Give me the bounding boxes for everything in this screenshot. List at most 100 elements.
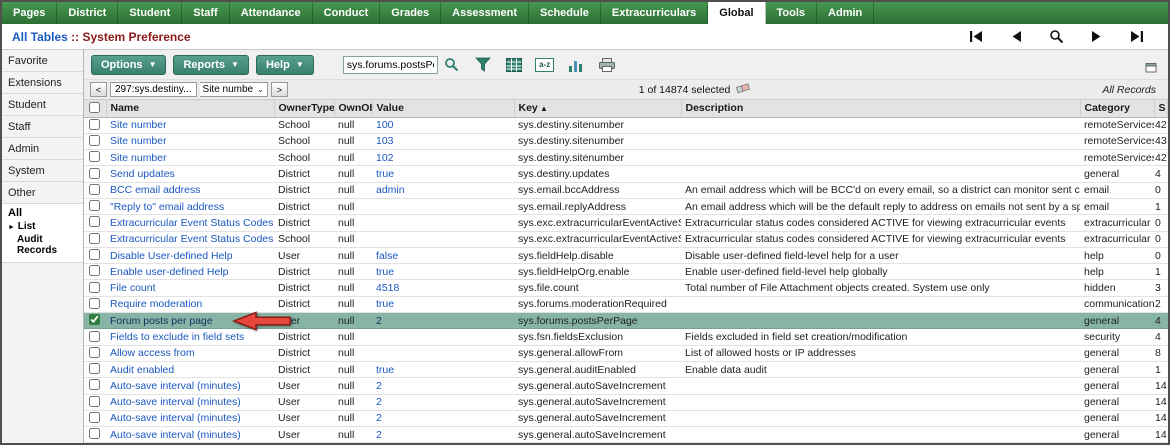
- all-tables-link[interactable]: All Tables: [12, 30, 68, 44]
- row-checkbox[interactable]: [89, 411, 100, 423]
- table-row[interactable]: Auto-save interval (minutes) User null 2 sys…: [84, 410, 1168, 428]
- column-header-value[interactable]: Value: [372, 100, 515, 118]
- row-value-link[interactable]: 2: [372, 426, 514, 443]
- sidebar-all-label[interactable]: All: [8, 207, 77, 219]
- row-name-link[interactable]: BCC email address: [106, 182, 274, 199]
- row-name-link[interactable]: Auto-save interval (minutes): [106, 377, 274, 395]
- tab-district[interactable]: District: [57, 2, 119, 24]
- table-row[interactable]: Disable User-defined Help User null false sy…: [84, 247, 1168, 265]
- row-checkbox[interactable]: [89, 281, 100, 293]
- row-checkbox[interactable]: [89, 297, 100, 309]
- options-button[interactable]: Options ▼: [91, 54, 167, 75]
- row-name-link[interactable]: Site number: [106, 149, 274, 167]
- first-record-icon[interactable]: [969, 31, 984, 42]
- sidebar-subitem-list[interactable]: ► List: [8, 221, 77, 232]
- row-checkbox[interactable]: [89, 232, 100, 244]
- current-record-box[interactable]: 297:sys.destiny...: [110, 82, 197, 97]
- table-row[interactable]: Extracurricular Event Status Codes Distri…: [84, 214, 1168, 232]
- table-row[interactable]: Extracurricular Event Status Codes School…: [84, 231, 1168, 248]
- last-record-icon[interactable]: [1129, 31, 1144, 42]
- row-value-link[interactable]: [372, 345, 514, 362]
- table-row[interactable]: Site number School null 102 sys.destiny.site…: [84, 149, 1168, 167]
- sidebar-item-student[interactable]: Student: [2, 94, 83, 116]
- clear-selection-icon[interactable]: [736, 82, 751, 97]
- column-header-s[interactable]: S: [1154, 100, 1168, 118]
- table-row[interactable]: Auto-save interval (minutes) User null 2 sys…: [84, 426, 1168, 443]
- row-name-link[interactable]: Extracurricular Event Status Codes: [106, 214, 274, 232]
- column-header-ownertype[interactable]: OwnerType: [274, 100, 335, 118]
- tab-attendance[interactable]: Attendance: [230, 2, 313, 24]
- row-name-link[interactable]: Site number: [106, 117, 274, 134]
- tab-student[interactable]: Student: [118, 2, 183, 24]
- table-row[interactable]: Enable user-defined Help District null true…: [84, 263, 1168, 281]
- row-value-link[interactable]: false: [372, 247, 514, 265]
- row-value-link[interactable]: 2: [372, 410, 514, 428]
- tab-global[interactable]: Global: [708, 2, 766, 24]
- row-value-link[interactable]: true: [372, 263, 514, 281]
- row-value-link[interactable]: admin: [372, 182, 514, 199]
- row-checkbox[interactable]: [89, 151, 100, 163]
- row-value-link[interactable]: 100: [372, 117, 514, 134]
- row-value-link[interactable]: 4518: [372, 279, 514, 297]
- row-checkbox[interactable]: [89, 346, 100, 358]
- row-checkbox[interactable]: [89, 249, 100, 261]
- column-header-key[interactable]: Key ▲: [514, 100, 682, 118]
- row-value-link[interactable]: 2: [372, 377, 514, 395]
- column-header-category[interactable]: Category: [1080, 100, 1155, 118]
- row-name-link[interactable]: Forum posts per page: [106, 311, 291, 331]
- table-row[interactable]: Forum posts per pageUsernull2sys.forums.…: [84, 311, 1168, 331]
- row-name-link[interactable]: Auto-save interval (minutes): [106, 410, 274, 428]
- record-filter-label[interactable]: All Records: [1102, 84, 1156, 96]
- row-value-link[interactable]: [372, 198, 514, 216]
- row-value-link[interactable]: [372, 214, 514, 232]
- print-icon[interactable]: [595, 54, 619, 76]
- tab-grades[interactable]: Grades: [380, 2, 442, 24]
- row-checkbox[interactable]: [89, 134, 100, 146]
- row-checkbox[interactable]: [89, 363, 100, 375]
- sidebar-item-system[interactable]: System: [2, 160, 83, 182]
- table-row[interactable]: Site number School null 100 sys.destiny.site…: [84, 117, 1168, 134]
- tab-admin[interactable]: Admin: [817, 2, 875, 24]
- row-name-link[interactable]: Auto-save interval (minutes): [106, 394, 274, 411]
- previous-record-icon[interactable]: [1010, 31, 1023, 42]
- quick-chart-icon[interactable]: [564, 54, 588, 76]
- tab-extracurriculars[interactable]: Extracurriculars: [601, 2, 709, 24]
- tab-pages[interactable]: Pages: [2, 2, 58, 24]
- select-all-checkbox[interactable]: [89, 101, 100, 113]
- sidebar-item-favorite[interactable]: Favorite: [2, 50, 83, 72]
- tab-conduct[interactable]: Conduct: [313, 2, 381, 24]
- sort-az-icon[interactable]: a-z: [533, 54, 557, 76]
- row-name-link[interactable]: File count: [106, 279, 274, 297]
- row-name-link[interactable]: Enable user-defined Help: [106, 263, 274, 281]
- row-value-link[interactable]: [372, 328, 514, 346]
- sidebar-item-extensions[interactable]: Extensions: [2, 72, 83, 94]
- row-checkbox[interactable]: [89, 167, 100, 179]
- row-name-link[interactable]: Allow access from: [106, 345, 274, 362]
- popout-icon[interactable]: [1139, 56, 1163, 78]
- row-name-link[interactable]: Extracurricular Event Status Codes: [106, 231, 274, 248]
- sidebar-item-other[interactable]: Other: [2, 182, 83, 204]
- reports-button[interactable]: Reports ▼: [173, 54, 249, 75]
- row-value-link[interactable]: [372, 231, 514, 248]
- sidebar-subitem-audit-records[interactable]: Audit Records: [8, 234, 77, 256]
- column-header-name[interactable]: Name: [106, 100, 275, 118]
- table-row[interactable]: Site number School null 103 sys.destiny.site…: [84, 133, 1168, 151]
- filter-icon[interactable]: [471, 54, 495, 76]
- row-name-link[interactable]: Site number: [106, 133, 274, 151]
- record-view-select[interactable]: Site numbe ⌄: [199, 82, 268, 97]
- row-checkbox[interactable]: [89, 379, 100, 391]
- row-value-link[interactable]: 2: [372, 394, 514, 411]
- search-input[interactable]: [342, 55, 438, 74]
- search-icon[interactable]: [1049, 29, 1064, 44]
- row-name-link[interactable]: Send updates: [106, 165, 274, 183]
- table-row[interactable]: Auto-save interval (minutes) User null 2 sys…: [84, 394, 1168, 411]
- row-checkbox[interactable]: [89, 428, 100, 440]
- row-value-link[interactable]: 102: [372, 149, 514, 167]
- table-row[interactable]: BCC email address District null admin sys.em…: [84, 182, 1168, 199]
- table-row[interactable]: File count District null 4518 sys.file.count…: [84, 279, 1168, 297]
- row-name-link[interactable]: Auto-save interval (minutes): [106, 426, 274, 443]
- next-page-button[interactable]: >: [270, 82, 288, 97]
- field-set-icon[interactable]: [502, 54, 526, 76]
- row-name-link[interactable]: Disable User-defined Help: [106, 247, 274, 265]
- row-checkbox[interactable]: [89, 118, 100, 130]
